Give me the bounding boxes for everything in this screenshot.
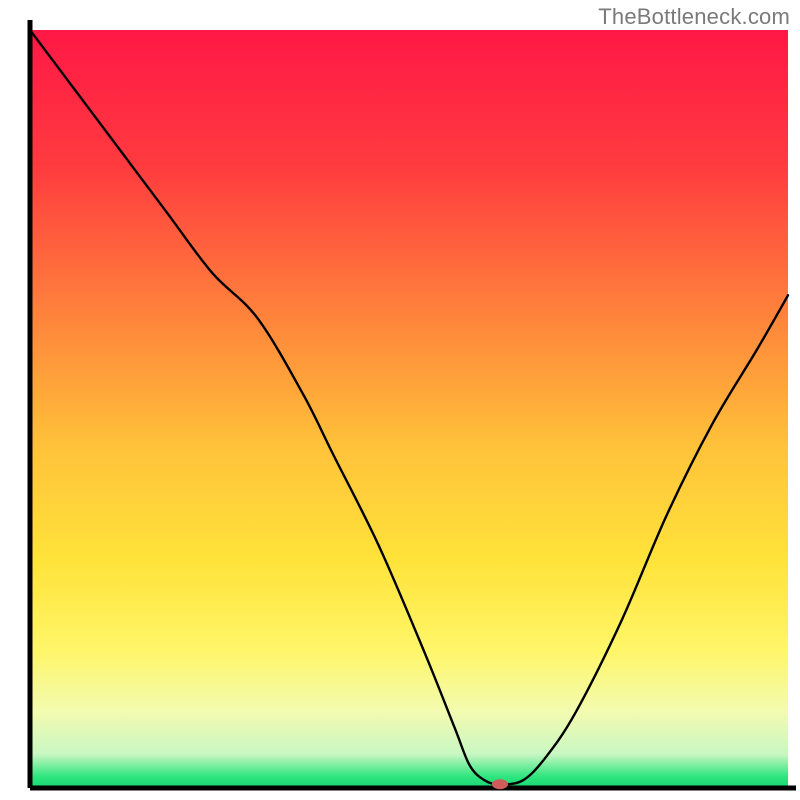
bottleneck-chart (0, 0, 800, 800)
optimal-marker (492, 779, 508, 789)
chart-container: TheBottleneck.com (0, 0, 800, 800)
chart-background (30, 30, 788, 788)
